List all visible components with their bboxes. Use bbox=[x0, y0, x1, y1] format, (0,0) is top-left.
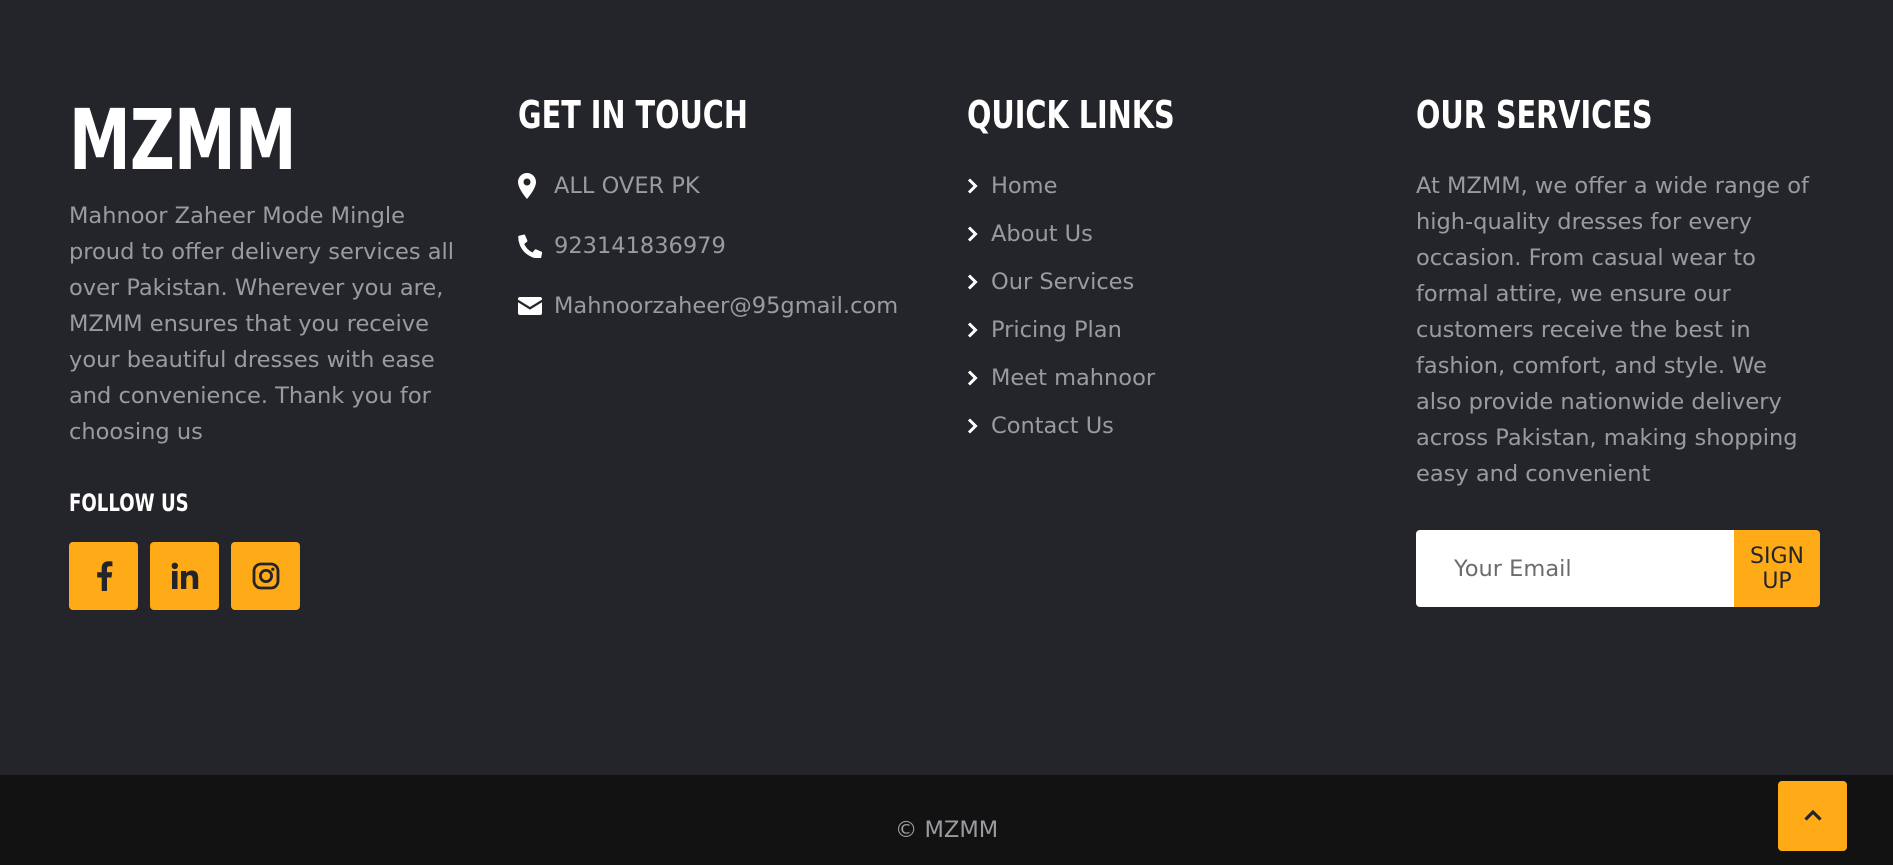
quick-link-about-us[interactable]: About Us bbox=[967, 216, 1367, 252]
services-description: At MZMM, we offer a wide range of high-q… bbox=[1416, 173, 1809, 487]
quick-link-label: Pricing Plan bbox=[991, 317, 1122, 343]
chevron-up-icon bbox=[1803, 807, 1823, 826]
quick-link-label: Meet mahnoor bbox=[991, 365, 1156, 391]
social-links bbox=[69, 542, 479, 610]
quick-link-label: Contact Us bbox=[991, 413, 1114, 439]
linkedin-button[interactable] bbox=[150, 542, 219, 610]
get-in-touch-heading: GET IN TOUCH bbox=[518, 93, 748, 137]
our-services-heading: OUR SERVICES bbox=[1416, 93, 1653, 137]
quick-link-meet-mahnoor[interactable]: Meet mahnoor bbox=[967, 360, 1367, 396]
facebook-icon bbox=[95, 561, 113, 591]
email-input[interactable] bbox=[1416, 530, 1734, 607]
quick-links-column: QUICK LINKS Home About Us Our Services P… bbox=[967, 90, 1367, 456]
quick-links-list: Home About Us Our Services Pricing Plan … bbox=[967, 168, 1367, 444]
brand-description: Mahnoor Zaheer Mode Mingle proud to offe… bbox=[69, 203, 455, 445]
quick-link-home[interactable]: Home bbox=[967, 168, 1367, 204]
contact-location: ALL OVER PK bbox=[518, 168, 918, 204]
contact-location-text: ALL OVER PK bbox=[554, 173, 700, 199]
follow-us-heading: FOLLOW US bbox=[69, 489, 189, 517]
contact-phone-text[interactable]: 923141836979 bbox=[554, 228, 726, 264]
newsletter-form: SIGN UP bbox=[1416, 530, 1820, 607]
facebook-button[interactable] bbox=[69, 542, 138, 610]
map-pin-icon bbox=[518, 173, 544, 199]
linkedin-icon bbox=[171, 562, 199, 590]
brand-logo[interactable]: MZMM bbox=[69, 98, 405, 192]
back-to-top-button[interactable] bbox=[1778, 781, 1847, 851]
quick-link-label: About Us bbox=[991, 221, 1093, 247]
chevron-right-icon bbox=[967, 225, 981, 243]
contact-phone: 923141836979 bbox=[518, 228, 918, 264]
brand-column: MZMM Mahnoor Zaheer Mode Mingle proud to… bbox=[69, 90, 479, 610]
instagram-button[interactable] bbox=[231, 542, 300, 610]
chevron-right-icon bbox=[967, 321, 981, 339]
chevron-right-icon bbox=[967, 417, 981, 435]
phone-icon bbox=[518, 233, 544, 259]
quick-link-our-services[interactable]: Our Services bbox=[967, 264, 1367, 300]
contact-email-text[interactable]: Mahnoorzaheer@95gmail.com bbox=[554, 288, 898, 324]
footer-main: MZMM Mahnoor Zaheer Mode Mingle proud to… bbox=[0, 0, 1893, 775]
footer-bottom-bar: © MZMM bbox=[0, 775, 1893, 865]
contact-email: Mahnoorzaheer@95gmail.com bbox=[518, 288, 918, 324]
chevron-right-icon bbox=[967, 369, 981, 387]
services-column: OUR SERVICES At MZMM, we offer a wide ra… bbox=[1416, 90, 1826, 607]
quick-link-contact-us[interactable]: Contact Us bbox=[967, 408, 1367, 444]
contact-list: ALL OVER PK 923141836979 Mahnoorzaheer@9… bbox=[518, 168, 918, 324]
quick-link-label: Home bbox=[991, 173, 1058, 199]
quick-links-heading: QUICK LINKS bbox=[967, 93, 1175, 137]
instagram-icon bbox=[252, 562, 280, 590]
chevron-right-icon bbox=[967, 177, 981, 195]
quick-link-pricing-plan[interactable]: Pricing Plan bbox=[967, 312, 1367, 348]
envelope-icon bbox=[518, 293, 544, 319]
sign-up-button[interactable]: SIGN UP bbox=[1734, 530, 1820, 607]
copyright-text: © MZMM bbox=[894, 817, 999, 843]
contact-column: GET IN TOUCH ALL OVER PK 923141836979 Ma… bbox=[518, 90, 918, 348]
chevron-right-icon bbox=[967, 273, 981, 291]
quick-link-label: Our Services bbox=[991, 269, 1135, 295]
